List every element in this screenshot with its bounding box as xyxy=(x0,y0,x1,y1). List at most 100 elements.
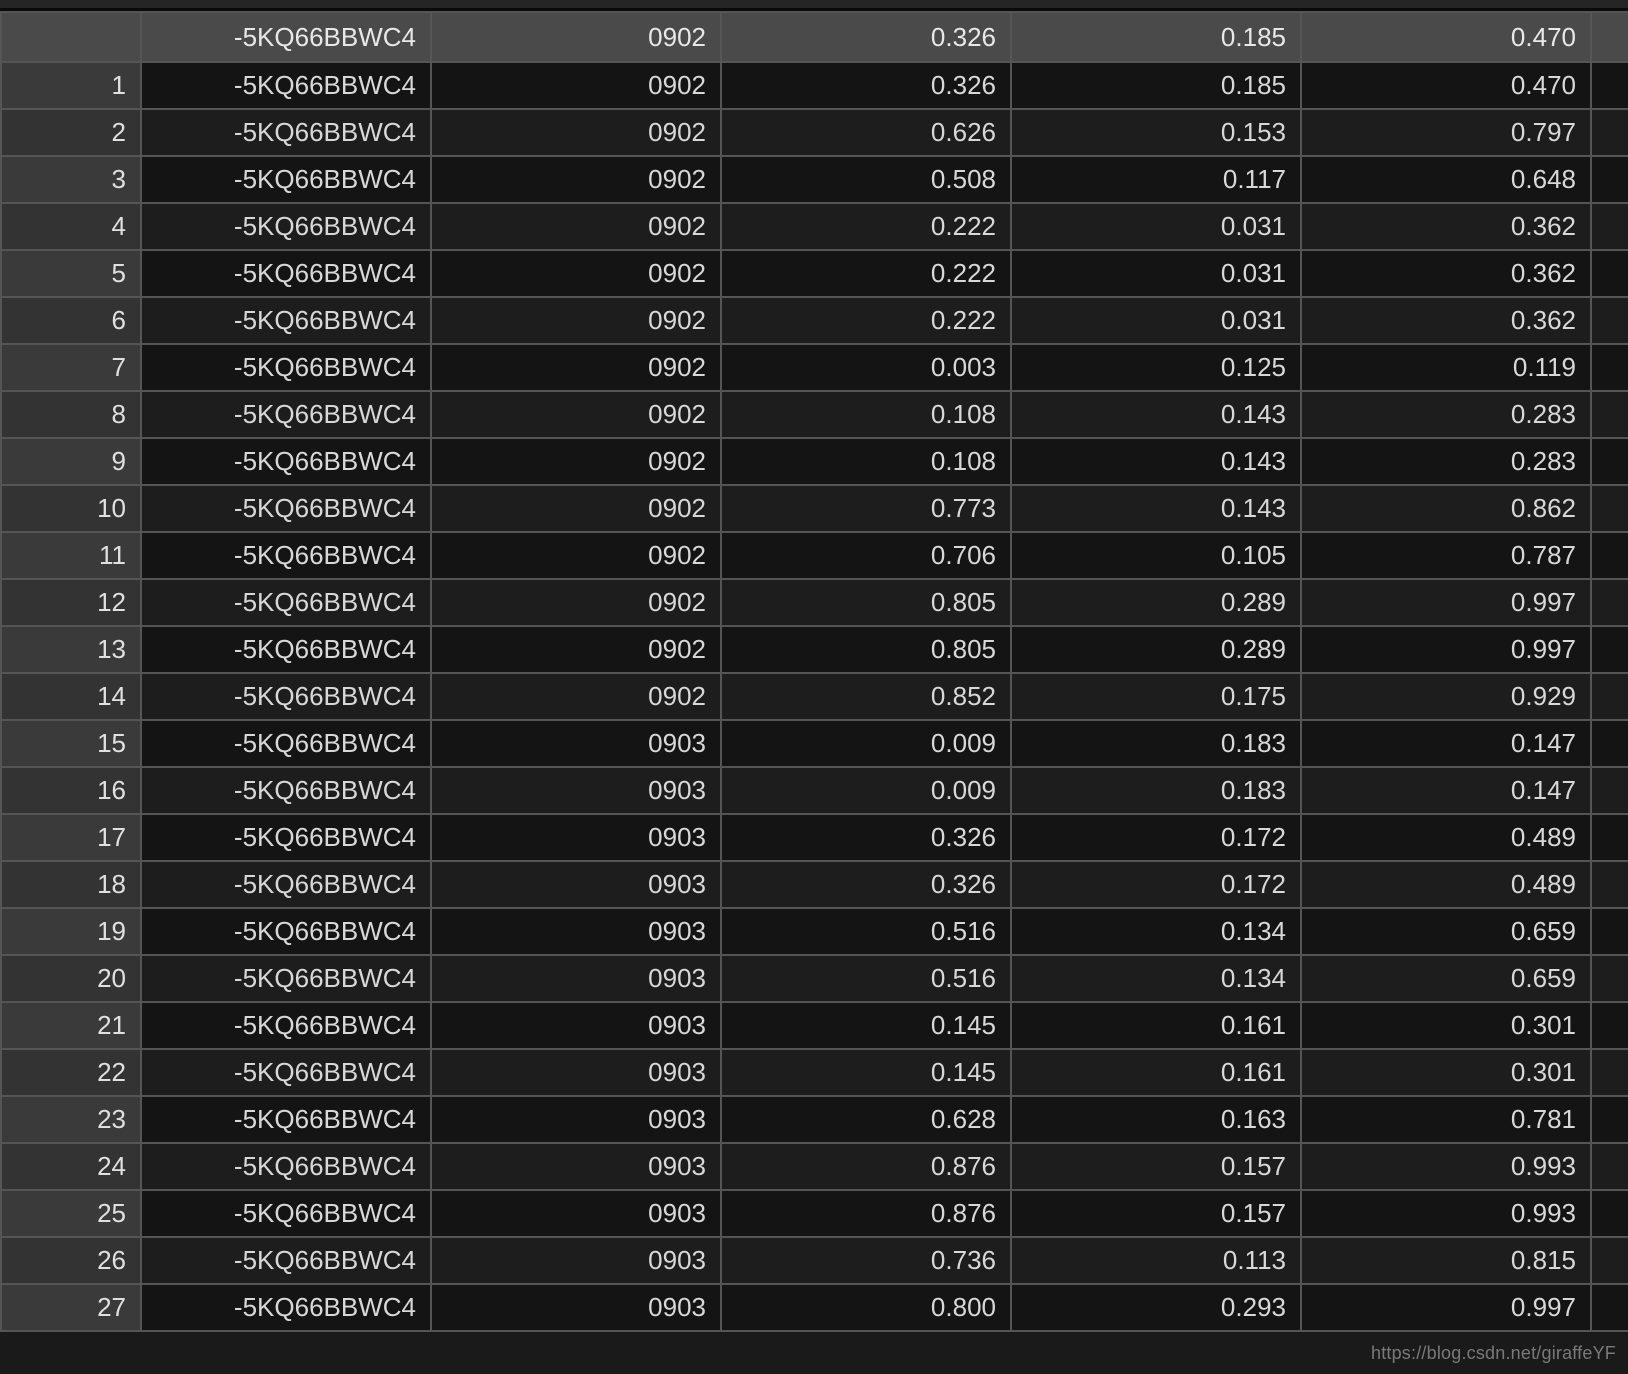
row-v1-cell[interactable]: 0.805 xyxy=(721,579,1011,626)
row-index-cell[interactable]: 24 xyxy=(1,1143,141,1190)
row-v3-cell[interactable]: 0.147 xyxy=(1301,767,1591,814)
row-v2-cell[interactable]: 0.163 xyxy=(1011,1096,1301,1143)
row-v3-cell[interactable]: 0.787 xyxy=(1301,532,1591,579)
row-v3-cell[interactable]: 0.283 xyxy=(1301,438,1591,485)
row-code-cell[interactable]: -5KQ66BBWC4 xyxy=(141,673,431,720)
row-index-cell[interactable]: 27 xyxy=(1,1284,141,1331)
row-v1-cell[interactable]: 0.706 xyxy=(721,532,1011,579)
table-row[interactable]: 4-5KQ66BBWC409020.2220.0310.362 xyxy=(1,203,1628,250)
table-row[interactable]: 16-5KQ66BBWC409030.0090.1830.147 xyxy=(1,767,1628,814)
table-row[interactable]: 23-5KQ66BBWC409030.6280.1630.781 xyxy=(1,1096,1628,1143)
row-v2-cell[interactable]: 0.153 xyxy=(1011,109,1301,156)
row-num-cell[interactable]: 0902 xyxy=(431,673,721,720)
row-v1-cell[interactable]: 0.222 xyxy=(721,203,1011,250)
table-row[interactable]: 25-5KQ66BBWC409030.8760.1570.993 xyxy=(1,1190,1628,1237)
row-code-cell[interactable]: -5KQ66BBWC4 xyxy=(141,438,431,485)
row-v1-cell[interactable]: 0.326 xyxy=(721,814,1011,861)
row-v1-cell[interactable]: 0.508 xyxy=(721,156,1011,203)
row-num-cell[interactable]: 0903 xyxy=(431,1049,721,1096)
table-row[interactable]: 3-5KQ66BBWC409020.5080.1170.648 xyxy=(1,156,1628,203)
row-num-cell[interactable]: 0902 xyxy=(431,297,721,344)
row-num-cell[interactable]: 0903 xyxy=(431,955,721,1002)
row-index-cell[interactable]: 13 xyxy=(1,626,141,673)
row-v2-cell[interactable]: 0.293 xyxy=(1011,1284,1301,1331)
row-v3-cell[interactable]: 0.301 xyxy=(1301,1002,1591,1049)
row-v3-cell[interactable]: 0.862 xyxy=(1301,485,1591,532)
row-index-cell[interactable]: 1 xyxy=(1,62,141,109)
row-num-cell[interactable]: 0902 xyxy=(431,203,721,250)
row-num-cell[interactable]: 0902 xyxy=(431,485,721,532)
row-index-cell[interactable]: 8 xyxy=(1,391,141,438)
row-v3-cell[interactable]: 0.362 xyxy=(1301,203,1591,250)
row-v1-cell[interactable]: 0.108 xyxy=(721,438,1011,485)
row-num-cell[interactable]: 0903 xyxy=(431,720,721,767)
row-v2-cell[interactable]: 0.031 xyxy=(1011,297,1301,344)
row-v2-cell[interactable]: 0.134 xyxy=(1011,955,1301,1002)
row-num-cell[interactable]: 0902 xyxy=(431,391,721,438)
row-v2-cell[interactable]: 0.157 xyxy=(1011,1143,1301,1190)
row-v2-cell[interactable]: 0.125 xyxy=(1011,344,1301,391)
row-code-cell[interactable]: -5KQ66BBWC4 xyxy=(141,62,431,109)
row-num-cell[interactable]: 0903 xyxy=(431,1143,721,1190)
table-row[interactable]: 27-5KQ66BBWC409030.8000.2930.997 xyxy=(1,1284,1628,1331)
row-v1-cell[interactable]: 0.009 xyxy=(721,767,1011,814)
row-code-cell[interactable]: -5KQ66BBWC4 xyxy=(141,908,431,955)
row-v3-cell[interactable]: 0.659 xyxy=(1301,908,1591,955)
row-num-cell[interactable]: 0902 xyxy=(431,344,721,391)
row-v1-cell[interactable]: 0.852 xyxy=(721,673,1011,720)
row-code-cell[interactable]: -5KQ66BBWC4 xyxy=(141,861,431,908)
row-v3-cell[interactable]: 0.147 xyxy=(1301,720,1591,767)
table-row[interactable]: 11-5KQ66BBWC409020.7060.1050.787 xyxy=(1,532,1628,579)
row-v1-cell[interactable]: 0.516 xyxy=(721,908,1011,955)
row-v3-cell[interactable]: 0.470 xyxy=(1301,62,1591,109)
table-row[interactable]: 17-5KQ66BBWC409030.3260.1720.489 xyxy=(1,814,1628,861)
row-v3-cell[interactable]: 0.929 xyxy=(1301,673,1591,720)
row-v3-cell[interactable]: 0.489 xyxy=(1301,861,1591,908)
table-row[interactable]: 18-5KQ66BBWC409030.3260.1720.489 xyxy=(1,861,1628,908)
row-index-cell[interactable]: 19 xyxy=(1,908,141,955)
row-v3-cell[interactable]: 0.362 xyxy=(1301,297,1591,344)
row-v2-cell[interactable]: 0.143 xyxy=(1011,485,1301,532)
row-index-cell[interactable]: 10 xyxy=(1,485,141,532)
row-index-cell[interactable]: 6 xyxy=(1,297,141,344)
row-num-cell[interactable]: 0902 xyxy=(431,62,721,109)
row-v3-cell[interactable]: 0.797 xyxy=(1301,109,1591,156)
row-v3-cell[interactable]: 0.648 xyxy=(1301,156,1591,203)
row-index-cell[interactable]: 26 xyxy=(1,1237,141,1284)
row-num-cell[interactable]: 0903 xyxy=(431,1096,721,1143)
table-row[interactable]: 12-5KQ66BBWC409020.8050.2890.997 xyxy=(1,579,1628,626)
row-num-cell[interactable]: 0903 xyxy=(431,861,721,908)
row-v1-cell[interactable]: 0.326 xyxy=(721,861,1011,908)
header-col-v3[interactable]: 0.470 xyxy=(1301,12,1591,62)
row-v3-cell[interactable]: 0.993 xyxy=(1301,1143,1591,1190)
row-index-cell[interactable]: 7 xyxy=(1,344,141,391)
row-v2-cell[interactable]: 0.031 xyxy=(1011,203,1301,250)
row-v2-cell[interactable]: 0.157 xyxy=(1011,1190,1301,1237)
row-v1-cell[interactable]: 0.326 xyxy=(721,62,1011,109)
row-index-cell[interactable]: 22 xyxy=(1,1049,141,1096)
table-row[interactable]: 21-5KQ66BBWC409030.1450.1610.301 xyxy=(1,1002,1628,1049)
row-num-cell[interactable]: 0903 xyxy=(431,1284,721,1331)
row-v2-cell[interactable]: 0.031 xyxy=(1011,250,1301,297)
row-code-cell[interactable]: -5KQ66BBWC4 xyxy=(141,579,431,626)
row-num-cell[interactable]: 0903 xyxy=(431,767,721,814)
row-v2-cell[interactable]: 0.183 xyxy=(1011,767,1301,814)
row-v3-cell[interactable]: 0.301 xyxy=(1301,1049,1591,1096)
row-code-cell[interactable]: -5KQ66BBWC4 xyxy=(141,250,431,297)
table-row[interactable]: 26-5KQ66BBWC409030.7360.1130.815 xyxy=(1,1237,1628,1284)
row-num-cell[interactable]: 0903 xyxy=(431,814,721,861)
table-row[interactable]: 8-5KQ66BBWC409020.1080.1430.283 xyxy=(1,391,1628,438)
row-code-cell[interactable]: -5KQ66BBWC4 xyxy=(141,767,431,814)
row-num-cell[interactable]: 0902 xyxy=(431,579,721,626)
row-v2-cell[interactable]: 0.143 xyxy=(1011,438,1301,485)
row-v2-cell[interactable]: 0.143 xyxy=(1011,391,1301,438)
row-index-cell[interactable]: 23 xyxy=(1,1096,141,1143)
row-v2-cell[interactable]: 0.289 xyxy=(1011,579,1301,626)
row-v1-cell[interactable]: 0.003 xyxy=(721,344,1011,391)
row-code-cell[interactable]: -5KQ66BBWC4 xyxy=(141,1190,431,1237)
row-code-cell[interactable]: -5KQ66BBWC4 xyxy=(141,344,431,391)
row-code-cell[interactable]: -5KQ66BBWC4 xyxy=(141,1237,431,1284)
row-v1-cell[interactable]: 0.222 xyxy=(721,297,1011,344)
row-index-cell[interactable]: 4 xyxy=(1,203,141,250)
row-v3-cell[interactable]: 0.362 xyxy=(1301,250,1591,297)
